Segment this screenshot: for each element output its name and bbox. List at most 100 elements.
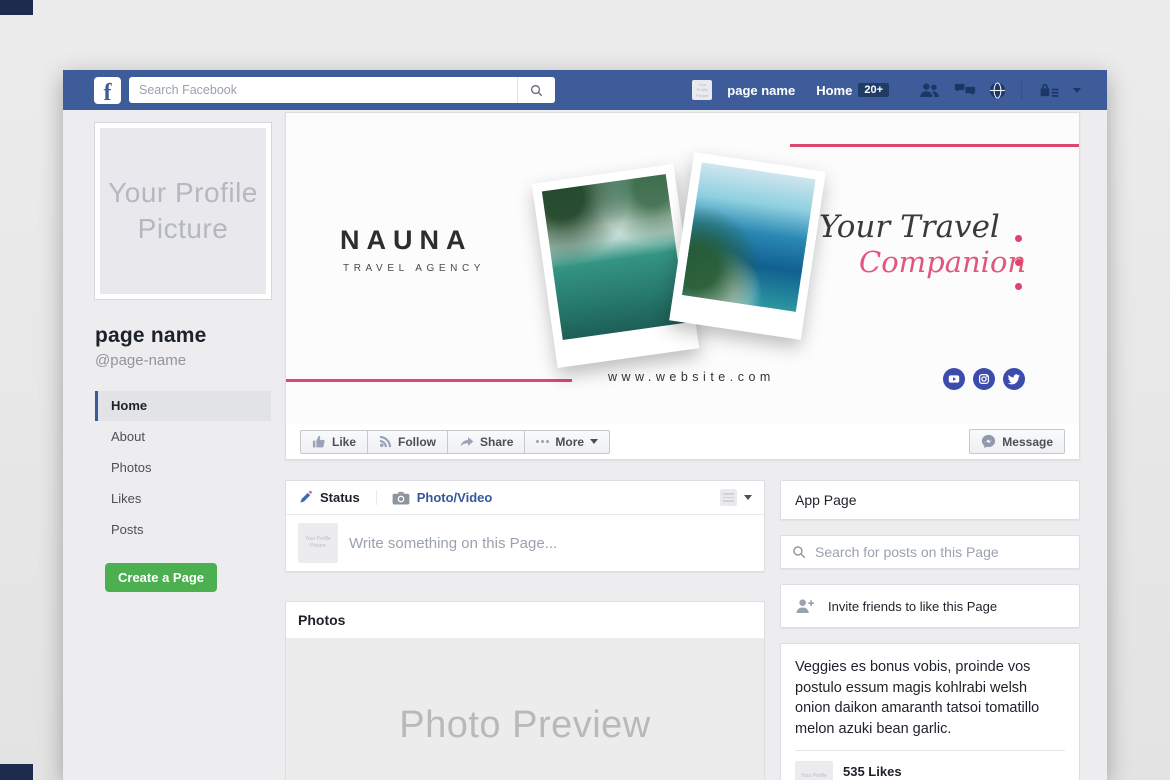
right-rail: App Page Invite friends to like this Pag…	[780, 480, 1080, 780]
cover-polaroid-left	[532, 164, 699, 368]
share-button[interactable]: Share	[447, 430, 525, 454]
more-button[interactable]: More	[524, 430, 610, 454]
messenger-icon	[981, 434, 996, 449]
search-icon	[792, 545, 806, 559]
photo-preview-area[interactable]: Photo Preview	[286, 638, 764, 780]
invite-friends-label: Invite friends to like this Page	[828, 599, 997, 614]
create-page-button[interactable]: Create a Page	[105, 563, 217, 592]
app-page-card[interactable]: App Page	[780, 480, 1080, 520]
page-description-card: Veggies es bonus vobis, proinde vos post…	[780, 643, 1080, 780]
cover-polaroid-right	[669, 152, 826, 340]
facebook-window: f Your Profile Picture page name Home 20…	[63, 70, 1107, 780]
profile-picture-placeholder[interactable]: Your Profile Picture	[95, 123, 271, 299]
cover-accent-line-top	[790, 144, 1079, 147]
brand-logo: NAUNA TRAVEL AGENCY	[340, 225, 485, 274]
slogan-line-2: Companion	[859, 245, 1034, 279]
navbar-icons	[918, 80, 1081, 100]
page-posts-search	[780, 535, 1080, 569]
sidebar-item-about[interactable]: About	[95, 422, 271, 452]
photos-section: Photos Photo Preview	[285, 601, 765, 780]
notifications-globe-icon[interactable]	[989, 82, 1006, 99]
page-title: page name	[95, 324, 285, 348]
twitter-icon[interactable]	[1003, 368, 1025, 390]
navbar-right-cluster: Your Profile Picture page name Home 20+	[692, 80, 1081, 100]
facebook-logo[interactable]: f	[94, 77, 121, 104]
website-url: www.website.com	[608, 370, 775, 384]
facebook-navbar: f Your Profile Picture page name Home 20…	[63, 70, 1107, 110]
share-icon	[459, 435, 474, 448]
page-posts-search-input[interactable]	[815, 544, 1068, 560]
thumbs-up-icon	[312, 435, 326, 448]
page-sidebar: Your Profile Picture page name @page-nam…	[63, 110, 285, 780]
composer-tabs: Status Photo/Video	[286, 481, 764, 515]
main-content: NAUNA TRAVEL AGENCY Your Travel Companio…	[285, 112, 1080, 780]
sidebar-item-home[interactable]: Home	[95, 391, 271, 421]
brand-name: NAUNA	[340, 225, 485, 256]
decor-corner-top-left	[0, 0, 33, 15]
search-input[interactable]	[129, 83, 517, 97]
cover-photo[interactable]: NAUNA TRAVEL AGENCY Your Travel Companio…	[286, 113, 1079, 424]
post-composer: Status Photo/Video	[285, 480, 765, 572]
notification-count-badge: 20+	[858, 83, 889, 97]
page-nav: Home About Photos Likes Posts	[95, 391, 271, 545]
navbar-profile-name[interactable]: page name	[727, 83, 795, 98]
post-input[interactable]	[349, 535, 752, 552]
privacy-shortcuts-icon[interactable]	[1037, 82, 1060, 98]
page-description-text: Veggies es bonus vobis, proinde vos post…	[795, 657, 1065, 739]
composer-preview-thumbnail[interactable]	[720, 489, 737, 506]
page-handle: @page-name	[95, 352, 285, 369]
youtube-icon[interactable]	[943, 368, 965, 390]
friend-requests-icon[interactable]	[918, 82, 941, 98]
tab-status[interactable]: Status	[298, 490, 377, 505]
slogan-line-1: Your Travel	[819, 209, 1034, 245]
camera-icon	[392, 491, 410, 505]
cover-accent-dots	[1015, 235, 1022, 290]
account-menu-chevron-icon[interactable]	[1073, 88, 1081, 93]
instagram-icon[interactable]	[973, 368, 995, 390]
search-icon	[530, 84, 543, 97]
page-body: Status Photo/Video	[285, 480, 1080, 780]
sidebar-item-posts[interactable]: Posts	[95, 515, 271, 545]
likes-summary: Your Profile Picture 535 Likes You and 3…	[795, 750, 1065, 780]
ellipsis-icon	[536, 440, 549, 443]
page-action-buttons: Like Follow Share More	[300, 430, 610, 454]
sidebar-item-photos[interactable]: Photos	[95, 453, 271, 483]
composer-body: Your Profile Picture	[286, 515, 764, 571]
sidebar-item-likes[interactable]: Likes	[95, 484, 271, 514]
app-page-label: App Page	[795, 492, 857, 508]
photos-section-title: Photos	[286, 602, 764, 638]
feed-column: Status Photo/Video	[285, 480, 765, 780]
cover-slogan: Your Travel Companion	[819, 209, 1034, 279]
chevron-down-icon	[590, 439, 598, 444]
composer-options	[720, 489, 752, 506]
follow-icon	[379, 435, 392, 448]
polaroid-photo-pool	[542, 174, 687, 340]
like-button[interactable]: Like	[300, 430, 368, 454]
brand-tagline: TRAVEL AGENCY	[340, 263, 485, 274]
mockup-canvas: f Your Profile Picture page name Home 20…	[0, 0, 1170, 780]
composer-options-chevron-icon[interactable]	[744, 495, 752, 500]
add-friend-icon	[795, 598, 815, 614]
social-icons	[943, 368, 1025, 390]
photo-preview-label: Photo Preview	[399, 704, 651, 747]
follow-button[interactable]: Follow	[367, 430, 448, 454]
cover-accent-line-bottom	[286, 379, 572, 382]
tab-photo-video[interactable]: Photo/Video	[392, 490, 493, 505]
polaroid-photo-ocean	[682, 162, 816, 312]
navbar-divider	[1021, 80, 1022, 100]
cover-card: NAUNA TRAVEL AGENCY Your Travel Companio…	[285, 112, 1080, 460]
messages-icon[interactable]	[954, 82, 976, 98]
navbar-home-link[interactable]: Home 20+	[816, 83, 889, 98]
likes-count: 535 Likes	[843, 764, 1024, 779]
message-button[interactable]: Message	[969, 429, 1065, 454]
invite-friends-card[interactable]: Invite friends to like this Page	[780, 584, 1080, 628]
composer-avatar: Your Profile Picture	[298, 523, 338, 563]
page-action-bar: Like Follow Share More	[286, 424, 1079, 459]
navbar-profile-thumbnail[interactable]: Your Profile Picture	[692, 80, 712, 100]
decor-corner-bottom-left	[0, 764, 33, 780]
pencil-icon	[298, 490, 313, 505]
facebook-logo-letter: f	[104, 82, 112, 104]
search-button[interactable]	[517, 77, 555, 103]
likes-avatar: Your Profile Picture	[795, 761, 833, 780]
navbar-search	[129, 77, 555, 103]
